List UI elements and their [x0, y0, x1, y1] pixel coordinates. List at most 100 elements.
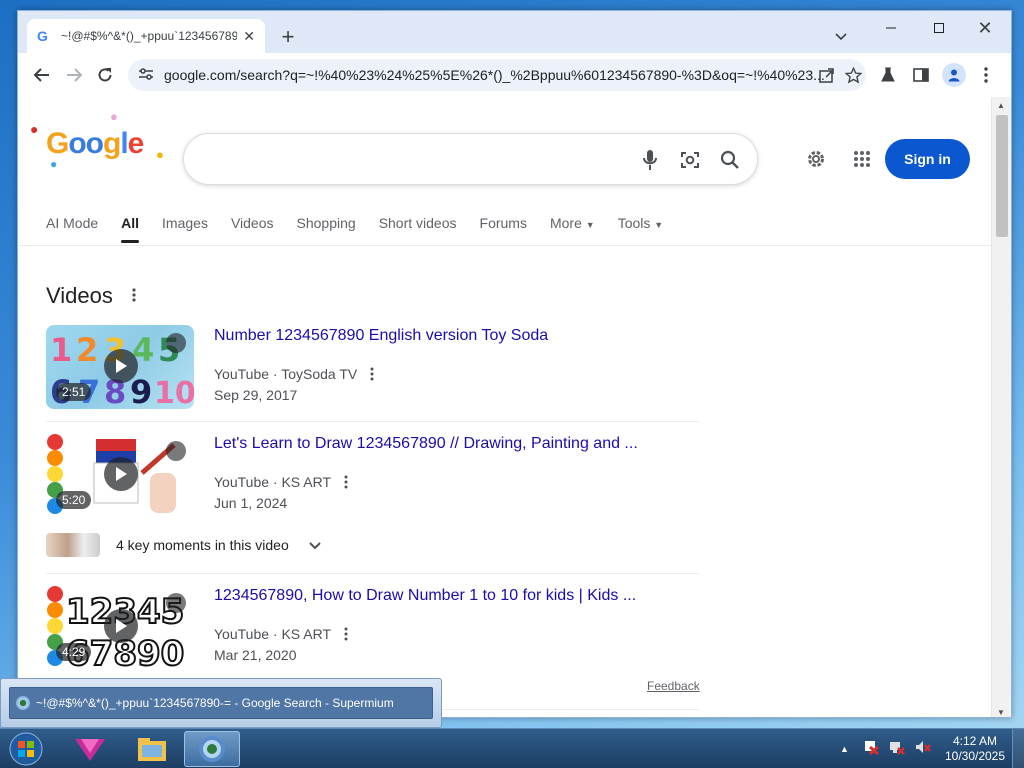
scroll-down-arrow-icon[interactable]: ▼ [997, 708, 1005, 717]
side-panel-icon[interactable] [911, 65, 931, 85]
expand-icon[interactable] [166, 441, 186, 461]
video-date: Sep 29, 2017 [214, 387, 298, 403]
taskbar-thumbnail-preview[interactable]: ~!@#$%^&*()_+ppuu`1234567890-= - Google … [0, 678, 442, 728]
url-text: google.com/search?q=~!%40%23%24%25%5E%26… [164, 67, 825, 83]
tab-all[interactable]: All [121, 215, 139, 243]
feedback-link[interactable]: Feedback [647, 679, 700, 693]
video-title-link[interactable]: 1234567890, How to Draw Number 1 to 10 f… [214, 587, 636, 605]
video-date: Jun 1, 2024 [214, 495, 288, 511]
scroll-up-arrow-icon[interactable]: ▲ [997, 101, 1005, 110]
video-source: YouTube · KS ART [214, 625, 353, 643]
tab-close-icon[interactable]: ✕ [243, 28, 255, 45]
play-icon[interactable] [104, 609, 138, 643]
browser-window: G ~!@#$%^&*()_+ppuu`1234567890 ✕ + ✕ goo… [17, 10, 1012, 718]
start-button[interactable] [6, 731, 46, 767]
browser-menu-icon[interactable] [976, 63, 996, 87]
video-thumbnail[interactable]: 12345 67890 4:29 [46, 585, 194, 669]
svg-text:9: 9 [130, 373, 152, 409]
video-source-text: YouTube · KS ART [214, 626, 331, 642]
share-icon[interactable] [818, 66, 836, 84]
chevron-down-icon [309, 537, 321, 553]
expand-icon[interactable] [166, 593, 186, 613]
video-duration: 2:51 [56, 383, 92, 401]
profile-icon[interactable] [942, 63, 966, 87]
minimize-button[interactable] [876, 15, 906, 41]
volume-muted-icon[interactable] [915, 739, 931, 760]
key-moments-label: 4 key moments in this video [116, 537, 289, 553]
video-date: Mar 21, 2020 [214, 647, 297, 663]
tab-ai-mode[interactable]: AI Mode [46, 215, 98, 231]
video-thumbnail[interactable]: 1 2 3 4 5 6 7 8 9 10 2:51 [46, 325, 194, 409]
tab-title: ~!@#$%^&*()_+ppuu`1234567890 [61, 29, 238, 43]
browser-toolbar: google.com/search?q=~!%40%23%24%25%5E%26… [18, 53, 1011, 97]
video-title-link[interactable]: Number 1234567890 English version Toy So… [214, 327, 548, 345]
taskbar: ▲ 4:12 AM 10/30/2025 [0, 728, 1024, 768]
video-duration: 4:29 [56, 643, 92, 661]
tab-search-chevron-icon[interactable] [830, 25, 852, 47]
result-options-icon[interactable] [339, 473, 353, 491]
browser-tab[interactable]: G ~!@#$%^&*()_+ppuu`1234567890 ✕ [27, 19, 265, 53]
taskbar-app-pinned[interactable] [62, 731, 118, 767]
forward-button[interactable] [62, 63, 86, 87]
site-info-icon[interactable] [138, 67, 154, 84]
show-desktop-button[interactable] [1012, 729, 1024, 768]
search-input[interactable] [183, 133, 758, 185]
expand-icon[interactable] [166, 333, 186, 353]
sign-in-button[interactable]: Sign in [885, 139, 970, 179]
more-dropdown-icon: ▼ [585, 220, 595, 230]
page-scrollbar[interactable]: ▲ ▼ [991, 97, 1011, 717]
svg-text:10: 10 [154, 376, 194, 409]
tray-overflow-chevron-icon[interactable]: ▲ [840, 744, 849, 754]
google-doodle-logo[interactable]: Google ● ● ● ● [30, 109, 164, 171]
supermium-icon [16, 696, 30, 710]
result-divider [46, 573, 699, 574]
video-source-text: YouTube · KS ART [214, 474, 331, 490]
video-duration: 5:20 [56, 491, 92, 509]
videos-more-options-icon[interactable] [126, 285, 142, 305]
file-explorer-icon[interactable] [124, 731, 180, 767]
tab-more-label: More [549, 215, 582, 231]
bookmark-star-icon[interactable] [843, 65, 863, 85]
system-clock[interactable]: 4:12 AM 10/30/2025 [938, 734, 1012, 764]
play-icon[interactable] [104, 349, 138, 383]
tab-more[interactable]: More ▼ [550, 215, 595, 231]
apps-grid-icon[interactable] [850, 147, 874, 171]
tab-tools-label: Tools [617, 215, 651, 231]
video-thumbnail[interactable]: 5:20 [46, 433, 194, 517]
key-moments-thumbnail [46, 533, 100, 557]
voice-search-mic-icon[interactable] [639, 148, 661, 172]
back-button[interactable] [30, 63, 54, 87]
tab-short-videos[interactable]: Short videos [379, 215, 457, 231]
svg-text:2: 2 [76, 331, 98, 369]
result-options-icon[interactable] [339, 625, 353, 643]
key-moments-toggle[interactable]: 4 key moments in this video [46, 533, 321, 557]
tab-shopping[interactable]: Shopping [297, 215, 356, 231]
search-icon[interactable] [718, 148, 742, 172]
reload-button[interactable] [93, 63, 117, 87]
preview-window-title: ~!@#$%^&*()_+ppuu`1234567890-= - Google … [36, 696, 394, 710]
video-title-link[interactable]: Let's Learn to Draw 1234567890 // Drawin… [214, 435, 638, 453]
new-tab-button[interactable]: + [276, 24, 300, 49]
preview-window-item[interactable]: ~!@#$%^&*()_+ppuu`1234567890-= - Google … [9, 687, 433, 719]
tab-tools[interactable]: Tools ▼ [618, 215, 664, 231]
network-icon[interactable] [889, 739, 905, 760]
labs-flask-icon[interactable] [878, 65, 898, 85]
tab-videos[interactable]: Videos [231, 215, 274, 231]
settings-gear-icon[interactable] [804, 147, 828, 171]
scrollbar-thumb[interactable] [996, 115, 1008, 237]
supermium-taskbar-button[interactable] [184, 731, 240, 767]
play-icon[interactable] [104, 457, 138, 491]
close-window-button[interactable]: ✕ [970, 15, 1000, 41]
tab-forums[interactable]: Forums [480, 215, 527, 231]
tab-images[interactable]: Images [162, 215, 208, 231]
video-source: YouTube · KS ART [214, 473, 353, 491]
result-divider [46, 421, 699, 422]
result-options-icon[interactable] [365, 365, 379, 383]
clock-date: 10/30/2025 [944, 749, 1006, 763]
tab-strip: G ~!@#$%^&*()_+ppuu`1234567890 ✕ + ✕ [18, 11, 1011, 53]
address-bar[interactable]: google.com/search?q=~!%40%23%24%25%5E%26… [128, 59, 866, 91]
maximize-button[interactable] [924, 15, 954, 41]
lens-camera-icon[interactable] [678, 148, 702, 172]
videos-heading: Videos [46, 283, 113, 308]
action-center-flag-icon[interactable] [863, 739, 879, 760]
